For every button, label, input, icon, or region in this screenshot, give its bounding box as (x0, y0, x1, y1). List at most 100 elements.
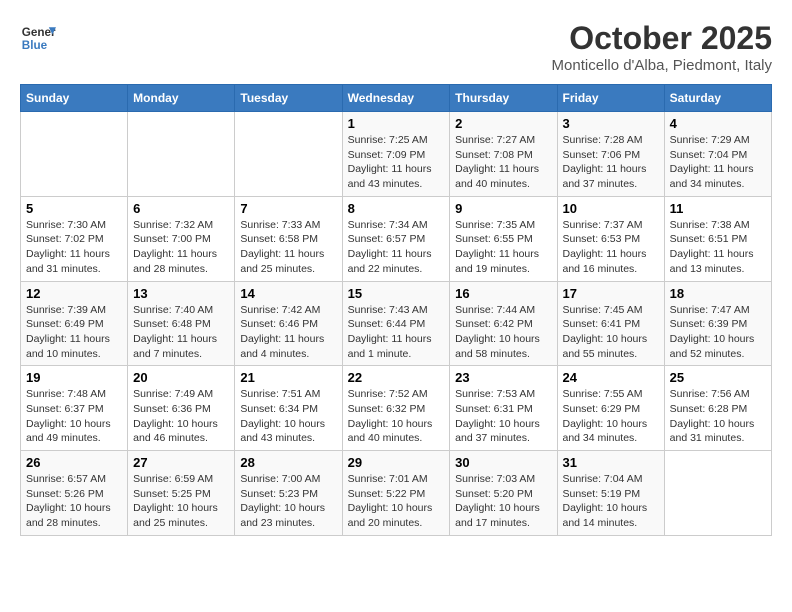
day-number: 16 (455, 286, 551, 301)
week-row-3: 12 Sunrise: 7:39 AM Sunset: 6:49 PM Dayli… (21, 281, 772, 366)
day-info: Sunrise: 7:35 AM Sunset: 6:55 PM Dayligh… (455, 218, 551, 277)
day-number: 4 (670, 116, 766, 131)
calendar-cell: 14 Sunrise: 7:42 AM Sunset: 6:46 PM Dayli… (235, 281, 342, 366)
day-header-monday: Monday (128, 85, 235, 112)
calendar-cell: 25 Sunrise: 7:56 AM Sunset: 6:28 PM Dayli… (664, 366, 771, 451)
page-header: General Blue October 2025 Monticello d'A… (20, 20, 772, 74)
day-number: 9 (455, 201, 551, 216)
calendar-cell: 23 Sunrise: 7:53 AM Sunset: 6:31 PM Dayli… (450, 366, 557, 451)
day-number: 22 (348, 370, 445, 385)
day-info: Sunrise: 7:44 AM Sunset: 6:42 PM Dayligh… (455, 303, 551, 362)
day-number: 13 (133, 286, 229, 301)
day-info: Sunrise: 7:47 AM Sunset: 6:39 PM Dayligh… (670, 303, 766, 362)
calendar-cell: 13 Sunrise: 7:40 AM Sunset: 6:48 PM Dayli… (128, 281, 235, 366)
day-info: Sunrise: 7:42 AM Sunset: 6:46 PM Dayligh… (240, 303, 336, 362)
calendar-cell: 9 Sunrise: 7:35 AM Sunset: 6:55 PM Daylig… (450, 196, 557, 281)
day-header-tuesday: Tuesday (235, 85, 342, 112)
svg-text:Blue: Blue (22, 39, 48, 52)
calendar-table: SundayMondayTuesdayWednesdayThursdayFrid… (20, 84, 772, 536)
day-number: 7 (240, 201, 336, 216)
logo-icon: General Blue (20, 20, 56, 56)
day-info: Sunrise: 7:28 AM Sunset: 7:06 PM Dayligh… (563, 133, 659, 192)
day-header-sunday: Sunday (21, 85, 128, 112)
day-info: Sunrise: 7:38 AM Sunset: 6:51 PM Dayligh… (670, 218, 766, 277)
calendar-cell (21, 112, 128, 197)
day-info: Sunrise: 7:33 AM Sunset: 6:58 PM Dayligh… (240, 218, 336, 277)
month-title: October 2025 (552, 20, 772, 57)
day-info: Sunrise: 7:37 AM Sunset: 6:53 PM Dayligh… (563, 218, 659, 277)
day-info: Sunrise: 7:48 AM Sunset: 6:37 PM Dayligh… (26, 387, 122, 446)
calendar-cell: 3Sunrise: 7:28 AM Sunset: 7:06 PM Daylig… (557, 112, 664, 197)
calendar-cell: 12 Sunrise: 7:39 AM Sunset: 6:49 PM Dayli… (21, 281, 128, 366)
header-row: SundayMondayTuesdayWednesdayThursdayFrid… (21, 85, 772, 112)
day-info: Sunrise: 7:55 AM Sunset: 6:29 PM Dayligh… (563, 387, 659, 446)
week-row-5: 26 Sunrise: 6:57 AM Sunset: 5:26 PM Dayli… (21, 451, 772, 536)
calendar-cell (128, 112, 235, 197)
day-number: 29 (348, 455, 445, 470)
day-number: 26 (26, 455, 122, 470)
day-number: 14 (240, 286, 336, 301)
calendar-cell (235, 112, 342, 197)
logo: General Blue (20, 20, 56, 56)
day-number: 12 (26, 286, 122, 301)
day-number: 15 (348, 286, 445, 301)
week-row-2: 5 Sunrise: 7:30 AM Sunset: 7:02 PM Daylig… (21, 196, 772, 281)
calendar-cell: 2Sunrise: 7:27 AM Sunset: 7:08 PM Daylig… (450, 112, 557, 197)
calendar-cell: 27Sunrise: 6:59 AM Sunset: 5:25 PM Dayli… (128, 451, 235, 536)
day-number: 17 (563, 286, 659, 301)
day-number: 8 (348, 201, 445, 216)
day-number: 5 (26, 201, 122, 216)
calendar-cell: 29 Sunrise: 7:01 AM Sunset: 5:22 PM Dayli… (342, 451, 450, 536)
title-block: October 2025 Monticello d'Alba, Piedmont… (552, 20, 772, 74)
day-info: Sunrise: 7:04 AM Sunset: 5:19 PM Dayligh… (563, 472, 659, 531)
day-number: 10 (563, 201, 659, 216)
day-info: Sunrise: 7:30 AM Sunset: 7:02 PM Dayligh… (26, 218, 122, 277)
day-number: 27 (133, 455, 229, 470)
day-number: 1 (348, 116, 445, 131)
calendar-cell: 10 Sunrise: 7:37 AM Sunset: 6:53 PM Dayli… (557, 196, 664, 281)
day-info: Sunrise: 7:03 AM Sunset: 5:20 PM Dayligh… (455, 472, 551, 531)
day-number: 28 (240, 455, 336, 470)
day-info: Sunrise: 7:27 AM Sunset: 7:08 PM Dayligh… (455, 133, 551, 192)
calendar-cell: 4 Sunrise: 7:29 AM Sunset: 7:04 PM Daylig… (664, 112, 771, 197)
calendar-cell: 26 Sunrise: 6:57 AM Sunset: 5:26 PM Dayli… (21, 451, 128, 536)
calendar-cell: 21 Sunrise: 7:51 AM Sunset: 6:34 PM Dayli… (235, 366, 342, 451)
calendar-cell: 24Sunrise: 7:55 AM Sunset: 6:29 PM Dayli… (557, 366, 664, 451)
day-number: 31 (563, 455, 659, 470)
day-number: 19 (26, 370, 122, 385)
day-info: Sunrise: 7:51 AM Sunset: 6:34 PM Dayligh… (240, 387, 336, 446)
calendar-cell: 6 Sunrise: 7:32 AM Sunset: 7:00 PM Daylig… (128, 196, 235, 281)
day-info: Sunrise: 7:53 AM Sunset: 6:31 PM Dayligh… (455, 387, 551, 446)
calendar-cell: 18 Sunrise: 7:47 AM Sunset: 6:39 PM Dayli… (664, 281, 771, 366)
day-info: Sunrise: 7:43 AM Sunset: 6:44 PM Dayligh… (348, 303, 445, 362)
day-info: Sunrise: 7:01 AM Sunset: 5:22 PM Dayligh… (348, 472, 445, 531)
calendar-cell: 7 Sunrise: 7:33 AM Sunset: 6:58 PM Daylig… (235, 196, 342, 281)
day-info: Sunrise: 7:40 AM Sunset: 6:48 PM Dayligh… (133, 303, 229, 362)
calendar-cell: 31 Sunrise: 7:04 AM Sunset: 5:19 PM Dayli… (557, 451, 664, 536)
day-info: Sunrise: 7:56 AM Sunset: 6:28 PM Dayligh… (670, 387, 766, 446)
day-info: Sunrise: 7:32 AM Sunset: 7:00 PM Dayligh… (133, 218, 229, 277)
calendar-cell: 22 Sunrise: 7:52 AM Sunset: 6:32 PM Dayli… (342, 366, 450, 451)
day-info: Sunrise: 7:29 AM Sunset: 7:04 PM Dayligh… (670, 133, 766, 192)
calendar-cell: 30 Sunrise: 7:03 AM Sunset: 5:20 PM Dayli… (450, 451, 557, 536)
day-number: 20 (133, 370, 229, 385)
day-number: 23 (455, 370, 551, 385)
day-info: Sunrise: 7:34 AM Sunset: 6:57 PM Dayligh… (348, 218, 445, 277)
day-number: 18 (670, 286, 766, 301)
day-header-wednesday: Wednesday (342, 85, 450, 112)
day-number: 30 (455, 455, 551, 470)
day-number: 25 (670, 370, 766, 385)
calendar-cell: 11Sunrise: 7:38 AM Sunset: 6:51 PM Dayli… (664, 196, 771, 281)
day-number: 6 (133, 201, 229, 216)
day-info: Sunrise: 6:57 AM Sunset: 5:26 PM Dayligh… (26, 472, 122, 531)
day-number: 21 (240, 370, 336, 385)
location: Monticello d'Alba, Piedmont, Italy (552, 57, 772, 74)
calendar-cell: 1 Sunrise: 7:25 AM Sunset: 7:09 PM Daylig… (342, 112, 450, 197)
day-info: Sunrise: 7:25 AM Sunset: 7:09 PM Dayligh… (348, 133, 445, 192)
calendar-cell: 16 Sunrise: 7:44 AM Sunset: 6:42 PM Dayli… (450, 281, 557, 366)
day-info: Sunrise: 7:39 AM Sunset: 6:49 PM Dayligh… (26, 303, 122, 362)
day-info: Sunrise: 7:52 AM Sunset: 6:32 PM Dayligh… (348, 387, 445, 446)
calendar-cell: 17Sunrise: 7:45 AM Sunset: 6:41 PM Dayli… (557, 281, 664, 366)
week-row-4: 19 Sunrise: 7:48 AM Sunset: 6:37 PM Dayli… (21, 366, 772, 451)
calendar-cell: 8 Sunrise: 7:34 AM Sunset: 6:57 PM Daylig… (342, 196, 450, 281)
